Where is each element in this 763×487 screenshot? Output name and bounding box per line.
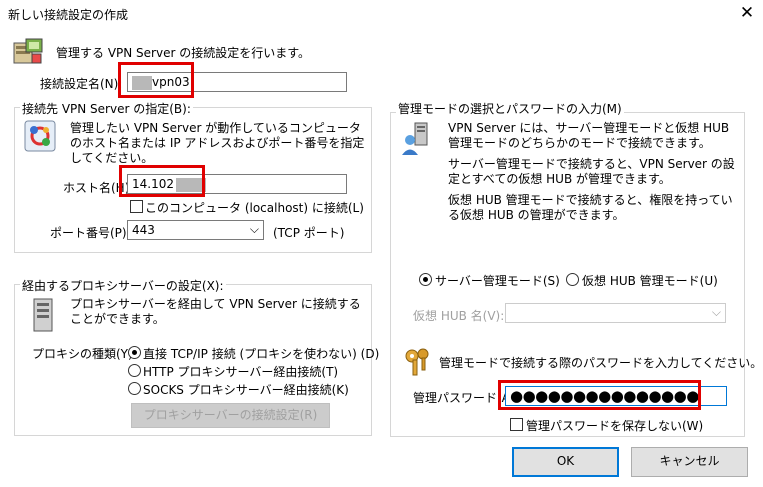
highlight-password [498, 380, 701, 410]
hub-name-select[interactable]: ⌵ [505, 303, 726, 323]
proxy-socks-radio[interactable] [128, 382, 141, 395]
window-title: 新しい接続設定の作成 [8, 8, 129, 22]
highlight-connection-name [118, 62, 194, 98]
hub-mode-label[interactable]: 仮想 HUB 管理モード(U) [582, 272, 718, 289]
server-manager-icon [11, 37, 45, 65]
port-label: ポート番号(P): [50, 226, 131, 240]
highlight-host [119, 165, 205, 197]
localhost-checkbox[interactable] [130, 200, 143, 213]
proxy-http-label[interactable]: HTTP プロキシサーバー経由接続(T) [143, 363, 338, 380]
proxy-direct-radio[interactable] [128, 346, 141, 359]
proxy-socks-label[interactable]: SOCKS プロキシサーバー経由接続(K) [143, 381, 349, 398]
key-icon [403, 347, 433, 377]
server-description: 管理したい VPN Server が動作しているコンピュータのホスト名または I… [70, 121, 365, 165]
proxy-group-legend: 経由するプロキシサーバーの設定(X): [20, 277, 226, 294]
chevron-down-icon: ⌵ [249, 222, 259, 236]
port-value: 443 [132, 223, 155, 237]
proxy-server-icon [30, 298, 56, 332]
server-group-legend: 接続先 VPN Server の指定(B): [20, 100, 193, 117]
header-text: 管理する VPN Server の接続設定を行います。 [56, 46, 311, 60]
hub-mode-radio[interactable] [566, 273, 579, 286]
chevron-down-icon: ⌵ [711, 305, 721, 319]
proxy-settings-button[interactable]: プロキシサーバーの接続設定(R) [131, 403, 330, 428]
proxy-direct-label[interactable]: 直接 TCP/IP 接続 (プロキシを使わない) (D) [143, 345, 379, 362]
server-mode-label[interactable]: サーバー管理モード(S) [435, 272, 560, 289]
port-select[interactable]: 443 ⌵ [127, 220, 264, 240]
mode-desc-3: 仮想 HUB 管理モードで接続すると、権限を持っている仮想 HUB の管理ができ… [448, 193, 733, 222]
proxy-type-label: プロキシの種類(Y): [32, 347, 137, 361]
password-prompt: 管理モードで接続する際のパスワードを入力してください。 [439, 356, 763, 370]
proxy-description: プロキシサーバーを経由して VPN Server に接続することができます。 [70, 297, 361, 326]
localhost-label[interactable]: このコンピュータ (localhost) に接続(L) [145, 199, 364, 216]
hub-name-label: 仮想 HUB 名(V): [413, 309, 505, 323]
proxy-http-radio[interactable] [128, 364, 141, 377]
mode-desc-2: サーバー管理モードで接続すると、VPN Server の設定とすべての仮想 HU… [448, 157, 735, 186]
mode-desc-1: VPN Server には、サーバー管理モードと仮想 HUB 管理モードのどちら… [448, 121, 730, 150]
close-icon[interactable]: ✕ [737, 3, 757, 23]
no-save-checkbox[interactable] [510, 418, 523, 431]
no-save-label[interactable]: 管理パスワードを保存しない(W) [526, 417, 703, 434]
cancel-button[interactable]: キャンセル [631, 447, 748, 477]
port-suffix: (TCP ポート) [273, 226, 345, 240]
ok-button[interactable]: OK [512, 447, 619, 477]
network-icon [24, 120, 56, 152]
server-mode-radio[interactable] [419, 273, 432, 286]
connection-name-label: 接続設定名(N): [40, 77, 123, 91]
admin-user-icon [401, 122, 435, 156]
mode-group-legend: 管理モードの選択とパスワードの入力(M) [396, 100, 624, 117]
